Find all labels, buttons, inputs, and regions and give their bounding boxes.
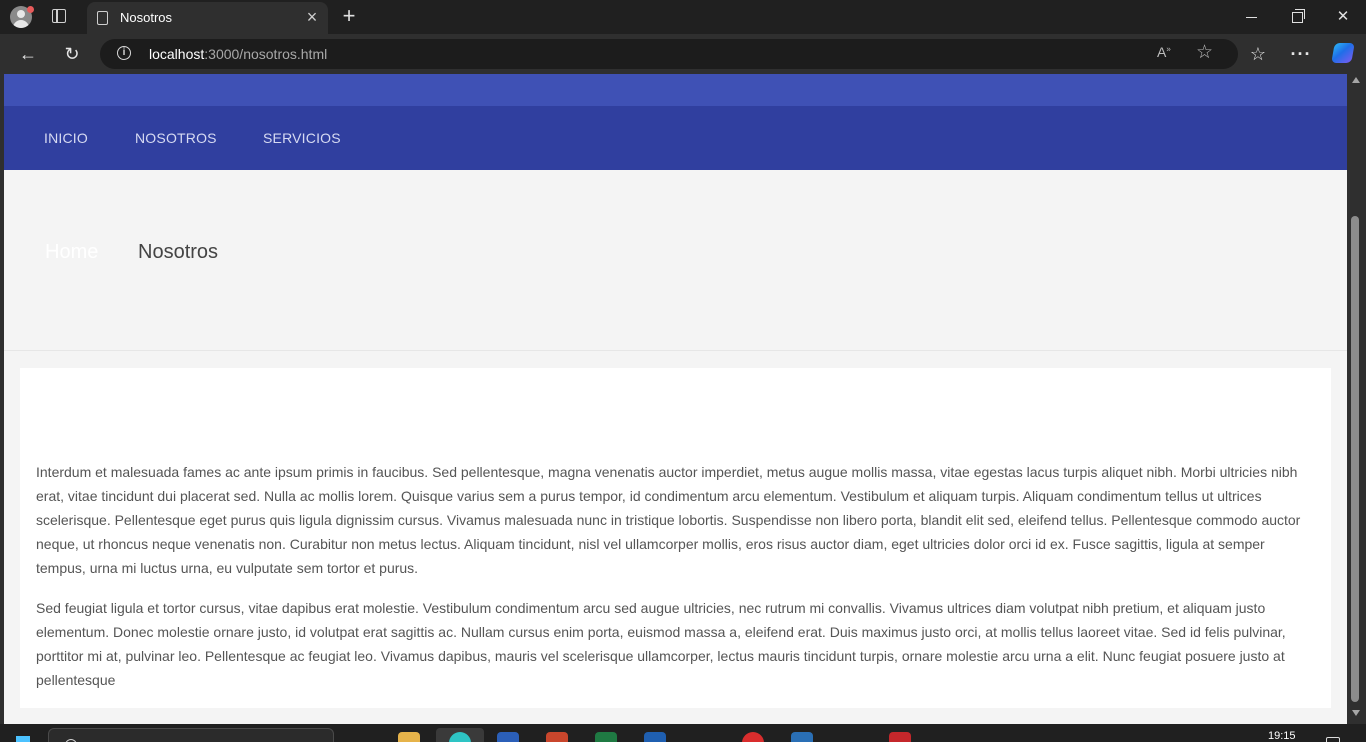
vertical-scrollbar[interactable] xyxy=(1347,74,1366,724)
notifications-icon[interactable] xyxy=(1326,737,1340,742)
window-minimize-icon[interactable] xyxy=(1239,6,1263,28)
url-text[interactable]: localhost:3000/nosotros.html xyxy=(149,46,327,62)
page-viewport: INICIO NOSOTROS SERVICIOS Home Nosotros … xyxy=(0,74,1366,724)
copilot-icon[interactable] xyxy=(1331,43,1355,63)
page-favicon-icon xyxy=(97,11,108,25)
code-editor-icon[interactable] xyxy=(791,732,813,742)
read-aloud-icon[interactable]: A» xyxy=(1157,44,1171,60)
tab-actions-icon[interactable] xyxy=(52,9,66,23)
reload-icon[interactable]: ↻ xyxy=(61,43,83,65)
add-favorite-star-icon[interactable]: ☆ xyxy=(1196,41,1213,64)
browser-toolbar: ← ↻ i localhost:3000/nosotros.html A» ☆ … xyxy=(0,34,1366,74)
start-windows-icon[interactable] xyxy=(16,736,30,742)
breadcrumb-current: Nosotros xyxy=(138,241,219,263)
content-paragraph: Interdum et malesuada fames ac ante ipsu… xyxy=(36,464,1301,576)
back-arrow-icon[interactable]: ← xyxy=(17,43,39,65)
tab-title: Nosotros xyxy=(120,10,173,25)
site-navbar: INICIO NOSOTROS SERVICIOS xyxy=(4,106,1347,170)
address-bar[interactable]: i localhost:3000/nosotros.html A» ☆ xyxy=(100,39,1238,69)
scroll-down-arrow-icon[interactable] xyxy=(1352,710,1360,716)
taskbar-clock[interactable]: 19:15 xyxy=(1268,730,1296,742)
top-color-strip xyxy=(4,74,1347,106)
browser-tab-bar: Nosotros × + ✕ xyxy=(0,0,1366,34)
file-explorer-icon[interactable] xyxy=(398,732,420,742)
scroll-up-arrow-icon[interactable] xyxy=(1352,77,1360,83)
store-icon[interactable] xyxy=(644,732,666,742)
url-path: :3000/nosotros.html xyxy=(204,46,328,62)
media-app-icon[interactable] xyxy=(742,732,764,742)
more-options-icon[interactable]: ··· xyxy=(1290,43,1312,65)
web-page: INICIO NOSOTROS SERVICIOS Home Nosotros … xyxy=(4,74,1347,724)
tab-close-icon[interactable]: × xyxy=(303,8,321,26)
scrollbar-thumb[interactable] xyxy=(1351,216,1359,702)
content-card: Interdum et malesuada fames ac ante ipsu… xyxy=(20,368,1331,708)
page-header-section: Home Nosotros xyxy=(4,170,1347,351)
nav-link-inicio[interactable]: INICIO xyxy=(44,130,88,146)
site-info-icon[interactable]: i xyxy=(117,46,131,60)
taskbar-search-box[interactable] xyxy=(48,728,334,742)
nav-link-servicios[interactable]: SERVICIOS xyxy=(263,130,341,146)
breadcrumb-home-link[interactable]: Home xyxy=(45,241,98,264)
new-tab-plus-icon[interactable]: + xyxy=(338,5,360,27)
favorites-list-icon[interactable]: ☆ xyxy=(1247,43,1269,65)
excel-icon[interactable] xyxy=(595,732,617,742)
windows-taskbar: 19:15 xyxy=(0,724,1366,742)
window-close-icon[interactable]: ✕ xyxy=(1331,6,1355,28)
nav-link-nosotros[interactable]: NOSOTROS xyxy=(135,130,217,146)
url-host: localhost xyxy=(149,46,205,62)
app-icon[interactable] xyxy=(889,732,911,742)
word-icon[interactable] xyxy=(497,732,519,742)
browser-tab[interactable]: Nosotros × xyxy=(87,2,328,34)
powerpoint-icon[interactable] xyxy=(546,732,568,742)
window-restore-icon[interactable] xyxy=(1285,6,1309,28)
profile-notification-badge xyxy=(27,6,34,13)
content-paragraph: Sed feugiat ligula et tortor cursus, vit… xyxy=(36,600,1286,688)
